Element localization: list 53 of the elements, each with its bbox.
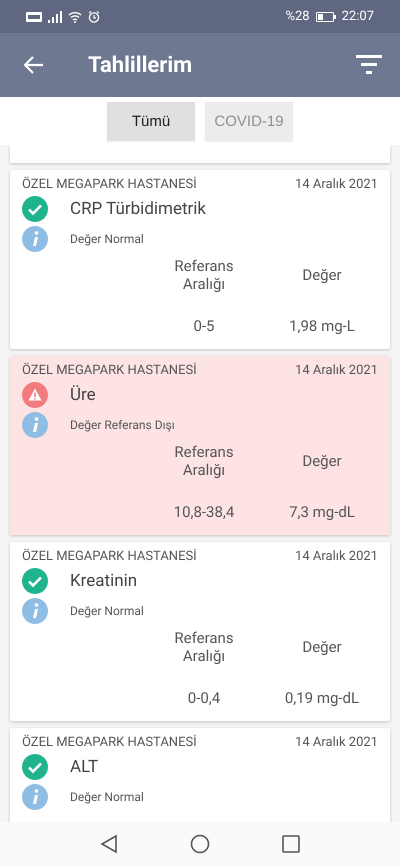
result-date: 14 Aralık 2021 <box>295 177 378 192</box>
signal-icon <box>48 10 62 22</box>
back-nav-button[interactable] <box>98 832 120 856</box>
reference-range: 0-0,4 <box>186 689 222 707</box>
hospital-name: ÖZEL MEGAPARK HASTANESİ <box>22 735 197 750</box>
recents-nav-button[interactable] <box>280 833 302 855</box>
reference-header: Referans Aralığı <box>173 256 235 295</box>
reference-header: Referans Aralığı <box>173 628 235 667</box>
reference-range: 10,8-38,4 <box>172 503 236 521</box>
warning-icon <box>22 382 48 408</box>
result-date: 14 Aralık 2021 <box>295 363 378 378</box>
test-name: ALT <box>70 757 98 777</box>
battery-icon <box>316 12 336 22</box>
result-value: 7,3 mg-dL <box>288 503 356 521</box>
battery-percent: %28 <box>285 9 310 24</box>
result-card[interactable]: ÖZEL MEGAPARK HASTANESİ 14 Aralık 2021 Üre Değer Referans Dışı Referans Aralığı Değer 10,8-38,4 7,3 mg-dL <box>10 356 390 535</box>
value-header: Değer <box>301 637 343 658</box>
test-name: CRP Türbidimetrik <box>70 199 206 219</box>
back-arrow-icon <box>24 56 44 74</box>
result-date: 14 Aralık 2021 <box>295 735 378 750</box>
filter-tab[interactable]: Tümü <box>107 102 195 141</box>
reference-header: Referans Aralığı <box>173 442 235 481</box>
result-card[interactable]: ÖZEL MEGAPARK HASTANESİ 14 Aralık 2021 CRP Türbidimetrik Değer Normal Referans Aralığı Değer 0-5 1,98 mg-L <box>10 170 390 349</box>
hospital-name: ÖZEL MEGAPARK HASTANESİ <box>22 177 197 192</box>
home-nav-button[interactable] <box>188 832 212 856</box>
clock-time: 22:07 <box>342 9 374 24</box>
hospital-name: ÖZEL MEGAPARK HASTANESİ <box>22 549 197 564</box>
page-title: Tahlillerim <box>88 52 194 78</box>
result-card[interactable]: ÖZEL MEGAPARK HASTANESİ 14 Aralık 2021 ALT Değer Normal <box>10 728 390 822</box>
value-header: Değer <box>301 265 343 286</box>
wifi-icon <box>68 10 82 22</box>
square-icon <box>282 835 300 853</box>
check-icon <box>22 568 48 594</box>
circle-icon <box>190 834 210 854</box>
reference-range: 0-5 <box>192 317 216 335</box>
check-icon <box>22 196 48 222</box>
result-value: 0,19 mg-dL <box>284 689 360 707</box>
result-note: Değer Normal <box>70 232 144 246</box>
filter-icon <box>356 55 382 75</box>
volte-icon <box>26 12 42 22</box>
alarm-icon <box>88 10 100 22</box>
value-header: Değer <box>301 451 343 472</box>
result-card[interactable]: ÖZEL MEGAPARK HASTANESİ 14 Aralık 2021 Kreatinin Değer Normal Referans Aralığı Değer 0-0,4 0,19 mg-dL <box>10 542 390 721</box>
test-name: Kreatinin <box>70 571 138 591</box>
check-icon <box>22 754 48 780</box>
hospital-name: ÖZEL MEGAPARK HASTANESİ <box>22 363 197 378</box>
result-value: 1,98 mg-L <box>288 317 356 335</box>
result-note: Değer Normal <box>70 790 144 804</box>
triangle-icon <box>100 834 118 854</box>
result-note: Değer Referans Dışı <box>70 418 175 432</box>
result-note: Değer Normal <box>70 604 144 618</box>
result-date: 14 Aralık 2021 <box>295 549 378 564</box>
test-name: Üre <box>70 385 96 405</box>
